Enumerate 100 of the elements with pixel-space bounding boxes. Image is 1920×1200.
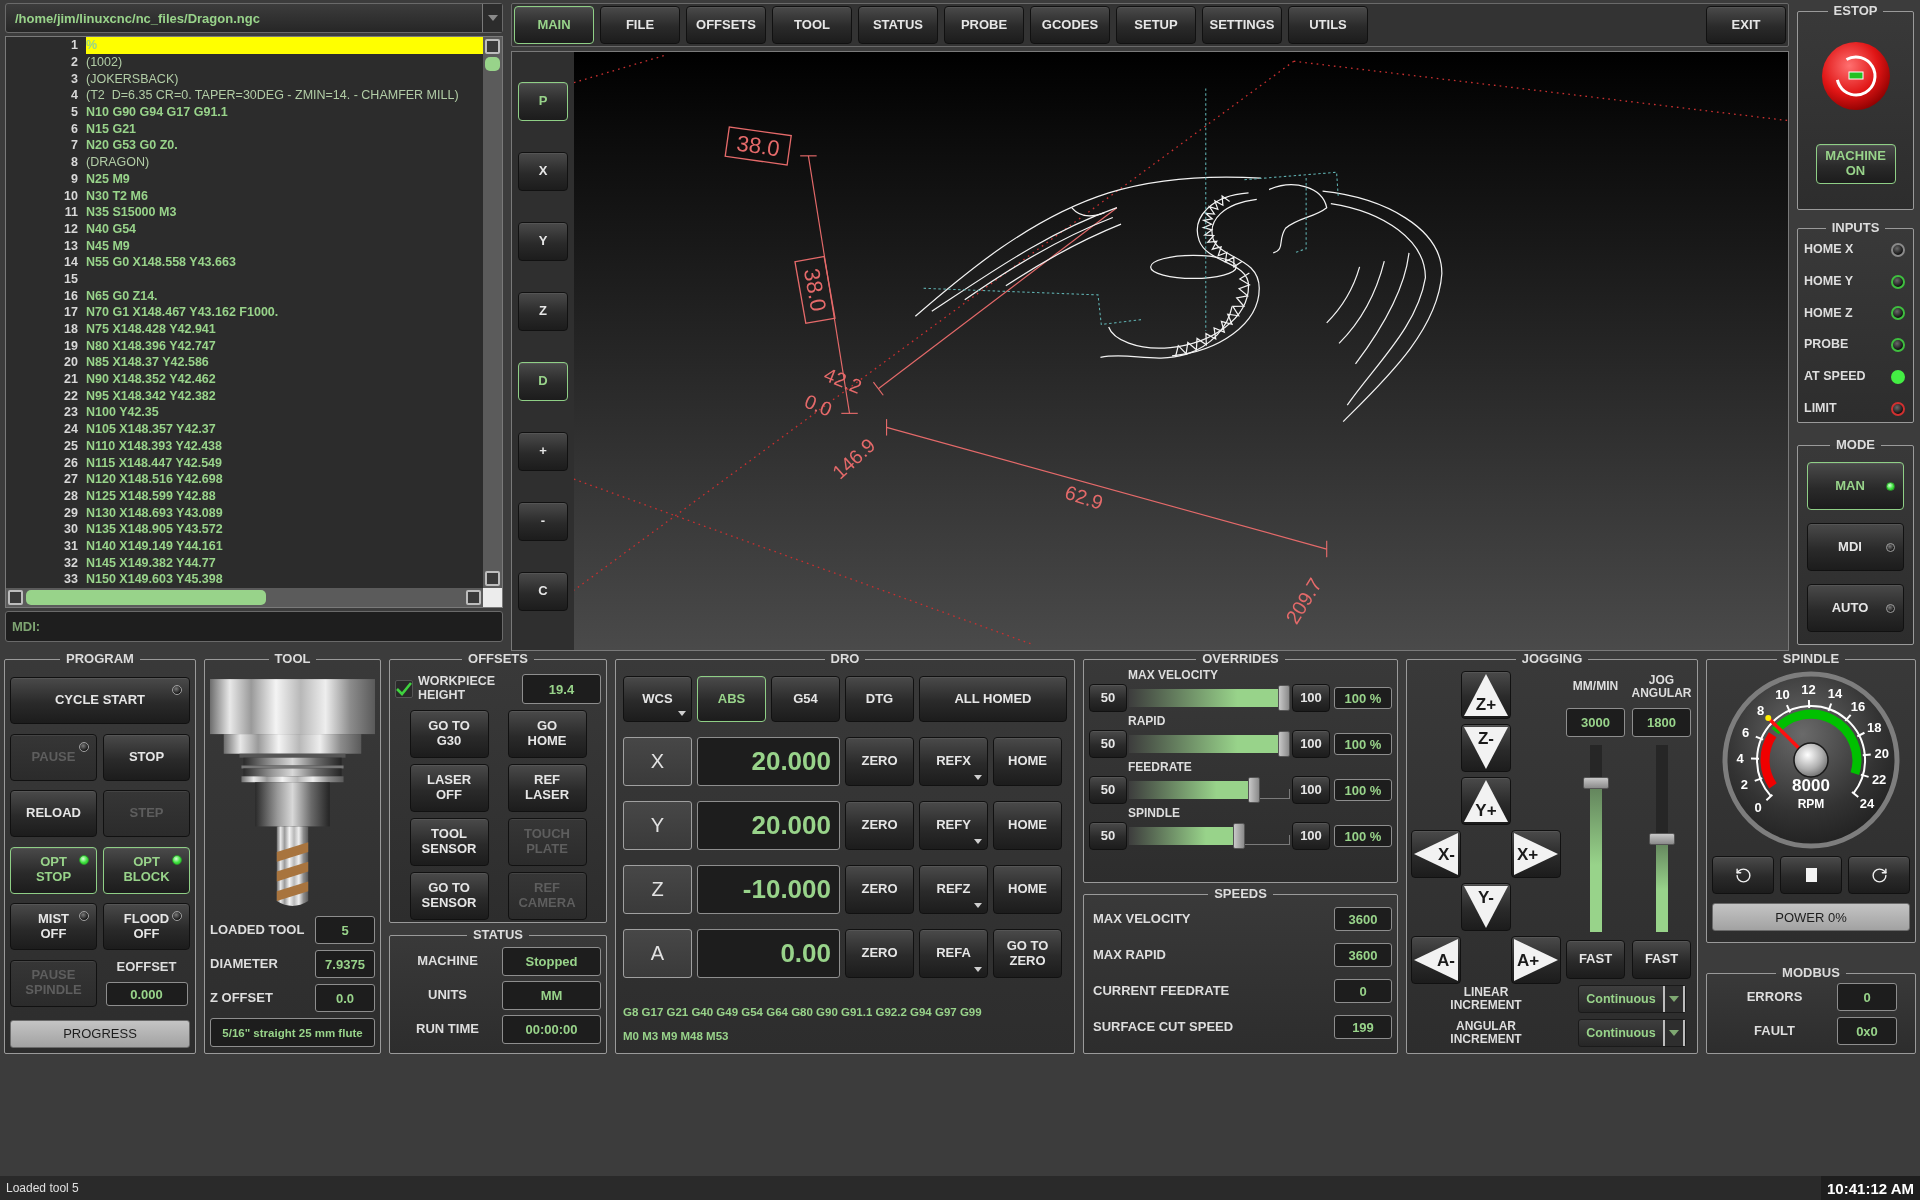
spindle-stop-button[interactable] (1780, 856, 1842, 894)
value-field[interactable]: 5 (315, 916, 375, 944)
checkbox[interactable] (395, 680, 413, 698)
slider-thumb[interactable] (1248, 777, 1261, 803)
axis-action-button[interactable]: REFX (919, 737, 988, 786)
dro-mode-button[interactable]: WCS (623, 676, 692, 722)
jog-button[interactable]: Z- (1461, 724, 1511, 772)
offset-button[interactable]: GO TO G30 (409, 710, 489, 758)
machine-on-button[interactable]: MACHINE ON (1815, 144, 1896, 184)
mode-button[interactable]: AUTO (1807, 584, 1904, 632)
jog-button[interactable]: X+ (1511, 830, 1561, 878)
program-button[interactable]: STOP (103, 733, 190, 781)
estop-button[interactable] (1820, 41, 1891, 111)
exit-button[interactable]: EXIT (1706, 6, 1786, 44)
jog-button[interactable]: Y+ (1461, 777, 1511, 825)
axis-action-button[interactable]: HOME (993, 865, 1062, 914)
offset-button[interactable]: GO TO SENSOR (409, 872, 489, 920)
spindle-reverse-button[interactable] (1712, 856, 1774, 894)
nav-tab[interactable]: TOOL (772, 6, 852, 44)
nav-tab[interactable]: PROBE (944, 6, 1024, 44)
override-max-button[interactable]: 100 (1292, 776, 1330, 804)
code-editor[interactable] (5, 36, 503, 608)
view-button[interactable]: D (518, 362, 568, 401)
scroll-button[interactable] (8, 590, 23, 605)
override-min-button[interactable]: 50 (1089, 822, 1127, 850)
mode-button[interactable]: MAN (1807, 462, 1904, 510)
spindle-forward-button[interactable] (1848, 856, 1910, 894)
axis-action-button[interactable]: REFY (919, 801, 988, 850)
override-max-button[interactable]: 100 (1292, 730, 1330, 758)
value-field[interactable]: 0.000 (105, 982, 188, 1007)
axis-action-button[interactable]: HOME (993, 801, 1062, 850)
view-button[interactable]: C (518, 572, 568, 611)
axis-action-button[interactable]: ZERO (845, 929, 914, 978)
nav-tab[interactable]: STATUS (858, 6, 938, 44)
slider-thumb[interactable] (1233, 823, 1246, 849)
axis-action-button[interactable]: ZERO (845, 801, 914, 850)
scrollbar-thumb[interactable] (26, 590, 266, 605)
program-button[interactable]: OPT BLOCK (103, 846, 190, 894)
value-field[interactable]: 1800 (1632, 708, 1691, 737)
scroll-button[interactable] (485, 571, 500, 586)
program-button[interactable]: MIST OFF (10, 903, 97, 950)
view-button[interactable]: Y (518, 222, 568, 261)
horizontal-scrollbar[interactable] (6, 588, 483, 607)
value-field[interactable]: 19.4 (522, 674, 601, 704)
axis-action-button[interactable]: REFZ (919, 865, 988, 914)
increment-dropdown[interactable]: Continuous (1578, 985, 1686, 1013)
value-field[interactable]: 0.0 (315, 984, 375, 1012)
dro-mode-button[interactable]: ABS (697, 676, 766, 722)
slider-thumb[interactable] (1582, 776, 1609, 789)
cycle-start-button[interactable]: CYCLE START (10, 677, 190, 724)
nav-tab[interactable]: FILE (600, 6, 680, 44)
jog-button[interactable]: A+ (1511, 936, 1561, 984)
axis-action-button[interactable]: REFA (919, 929, 988, 978)
increment-dropdown[interactable]: Continuous (1578, 1019, 1686, 1047)
view-button[interactable]: X (518, 152, 568, 191)
nav-tab[interactable]: OFFSETS (686, 6, 766, 44)
dro-mode-button[interactable]: DTG (845, 676, 914, 722)
slider-thumb[interactable] (1648, 832, 1675, 845)
nav-tab[interactable]: GCODES (1030, 6, 1110, 44)
slider-thumb[interactable] (1278, 685, 1290, 711)
jog-button[interactable]: A- (1411, 936, 1461, 984)
jog-button[interactable]: Z+ (1461, 671, 1511, 719)
override-max-button[interactable]: 100 (1292, 684, 1330, 712)
program-button[interactable]: RELOAD (10, 790, 97, 837)
override-min-button[interactable]: 50 (1089, 776, 1127, 804)
fast-button[interactable]: FAST (1632, 940, 1691, 979)
scroll-button[interactable] (466, 590, 481, 605)
scrollbar-thumb[interactable] (485, 57, 500, 71)
offset-button[interactable]: GO HOME (507, 710, 587, 758)
view-button[interactable]: Z (518, 292, 568, 331)
offset-button[interactable]: LASER OFF (409, 764, 489, 812)
nav-tab[interactable]: SETUP (1116, 6, 1196, 44)
mode-button[interactable]: MDI (1807, 523, 1904, 571)
slider-thumb[interactable] (1278, 731, 1290, 757)
value-field[interactable]: 7.9375 (315, 950, 375, 978)
axis-action-button[interactable]: ZERO (845, 865, 914, 914)
nav-tab[interactable]: MAIN (514, 6, 594, 44)
nav-tab[interactable]: UTILS (1288, 6, 1368, 44)
view-button[interactable]: P (518, 82, 568, 121)
override-min-button[interactable]: 50 (1089, 684, 1127, 712)
offset-button[interactable]: TOOL SENSOR (409, 818, 489, 866)
jog-button[interactable]: X- (1411, 830, 1461, 878)
view-button[interactable]: - (518, 502, 568, 541)
scroll-button[interactable] (485, 39, 500, 54)
nav-tab[interactable]: SETTINGS (1202, 6, 1282, 44)
offset-button[interactable]: REF LASER (507, 764, 587, 812)
fast-button[interactable]: FAST (1566, 940, 1625, 979)
value-field[interactable]: 3000 (1566, 708, 1625, 737)
dro-mode-button[interactable]: G54 (771, 676, 840, 722)
override-max-button[interactable]: 100 (1292, 822, 1330, 850)
tool-description-field[interactable]: 5/16" straight 25 mm flute (210, 1018, 375, 1047)
program-button[interactable]: FLOOD OFF (103, 903, 190, 950)
axis-action-button[interactable]: HOME (993, 737, 1062, 786)
mdi-input-field[interactable]: MDI: (5, 611, 503, 642)
vertical-scrollbar[interactable] (483, 37, 502, 588)
program-button[interactable]: OPT STOP (10, 846, 97, 894)
axis-action-button[interactable]: GO TO ZERO (993, 929, 1062, 978)
view-button[interactable]: + (518, 432, 568, 471)
dro-mode-button[interactable]: ALL HOMED (919, 676, 1067, 722)
file-selector[interactable]: /home/jim/linuxcnc/nc_files/Dragon.ngc (5, 3, 503, 33)
